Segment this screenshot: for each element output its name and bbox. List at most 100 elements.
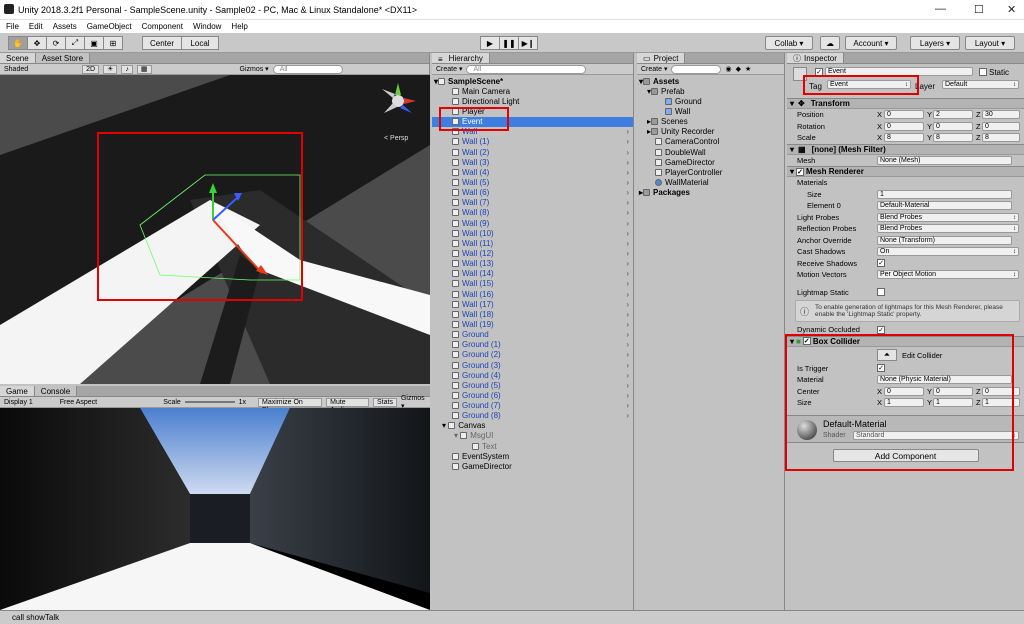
prefab-arrow-icon[interactable]: › [626, 381, 629, 390]
collab-button[interactable]: Collab ▾ [765, 36, 813, 50]
mesh-renderer-header[interactable]: ▾ ✓ Mesh Renderer [787, 166, 1024, 177]
tab-hierarchy[interactable]: ≡ Hierarchy [432, 53, 490, 64]
move-tool-icon[interactable]: ✥ [27, 36, 47, 50]
tab-inspector[interactable]: ⓘ Inspector [787, 53, 844, 63]
scale-slider[interactable] [184, 401, 235, 403]
materials-size-field[interactable]: 1 [877, 189, 1012, 199]
scene-root-item[interactable]: ▾ SampleScene* [432, 76, 633, 86]
transform-header[interactable]: ▾ ✥ Transform [787, 98, 1024, 109]
static-checkbox[interactable] [979, 68, 987, 76]
hierarchy-item-wall-13[interactable]: Wall (13) › [432, 259, 633, 269]
tab-scene[interactable]: Scene [0, 53, 36, 63]
rect-tool-icon[interactable]: ▣ [84, 36, 104, 50]
hierarchy-item-canvas[interactable]: ▾ Canvas [432, 421, 633, 431]
project-item-scenes[interactable]: ▸ Scenes [637, 117, 784, 127]
prefab-arrow-icon[interactable]: › [626, 259, 629, 268]
prefab-arrow-icon[interactable]: › [626, 249, 629, 258]
account-button[interactable]: Account ▾ [845, 36, 897, 50]
hierarchy-item-wall-2[interactable]: Wall (2) › [432, 147, 633, 157]
menu-file[interactable]: File [6, 22, 19, 31]
step-button[interactable]: ▶❙ [518, 36, 538, 50]
orientation-gizmo-icon[interactable] [378, 81, 418, 121]
hierarchy-item-wall-12[interactable]: Wall (12) › [432, 248, 633, 258]
hierarchy-item-ground-7[interactable]: Ground (7) › [432, 401, 633, 411]
prefab-arrow-icon[interactable]: › [626, 320, 629, 329]
project-item-unity-recorder[interactable]: ▸ Unity Recorder [637, 127, 784, 137]
tab-game[interactable]: Game [0, 386, 35, 396]
hierarchy-item-wall-7[interactable]: Wall (7) › [432, 198, 633, 208]
tab-asset-store[interactable]: Asset Store [35, 53, 91, 63]
prefab-arrow-icon[interactable]: › [626, 219, 629, 228]
lightmap-static-checkbox[interactable] [877, 288, 885, 297]
layout-button[interactable]: Layout ▾ [965, 36, 1015, 50]
hierarchy-item-wall-1[interactable]: Wall (1) › [432, 137, 633, 147]
expand-arrow-icon[interactable]: ▾ [790, 99, 794, 108]
hierarchy-search-input[interactable]: All [466, 64, 587, 74]
prefab-arrow-icon[interactable]: › [626, 137, 629, 146]
dynamic-occluded-checkbox[interactable]: ✓ [877, 325, 885, 334]
mute-audio-toggle[interactable]: Mute Audio [326, 397, 369, 414]
hierarchy-item-wall-19[interactable]: Wall (19) › [432, 319, 633, 329]
prefab-arrow-icon[interactable]: › [626, 310, 629, 319]
minimize-button[interactable]: — [935, 3, 946, 15]
project-item-cameracontrol[interactable]: CameraControl [637, 137, 784, 147]
hierarchy-item-ground-4[interactable]: Ground (4) › [432, 370, 633, 380]
prefab-arrow-icon[interactable]: › [626, 208, 629, 217]
hand-tool-icon[interactable]: ✋ [8, 36, 28, 50]
cloud-icon[interactable]: ☁ [820, 36, 840, 50]
label-icon[interactable]: ◆ [736, 65, 741, 73]
prefab-arrow-icon[interactable]: › [626, 371, 629, 380]
prefab-arrow-icon[interactable]: › [626, 229, 629, 238]
prefab-arrow-icon[interactable]: › [626, 158, 629, 167]
play-button[interactable]: ▶ [480, 36, 500, 50]
prefab-arrow-icon[interactable]: › [626, 239, 629, 248]
aspect-dropdown[interactable]: Free Aspect [60, 399, 160, 406]
project-item-gamedirector[interactable]: GameDirector [637, 157, 784, 167]
effects-dropdown-icon[interactable]: ▦ [136, 64, 152, 74]
mesh-renderer-enabled-checkbox[interactable]: ✓ [796, 167, 805, 176]
light-probes-dropdown[interactable]: Blend Probes [877, 212, 1019, 222]
project-item-packages[interactable]: ▸ Packages [637, 188, 784, 198]
motion-vectors-dropdown[interactable]: Per Object Motion [877, 270, 1019, 280]
rotation-y-field[interactable]: 0 [933, 121, 973, 131]
prefab-arrow-icon[interactable]: › [626, 269, 629, 278]
hierarchy-item-gamedirector[interactable]: GameDirector [432, 461, 633, 471]
mesh-field[interactable]: None (Mesh) [877, 155, 1012, 165]
prefab-arrow-icon[interactable]: › [626, 401, 629, 410]
prefab-arrow-icon[interactable]: › [626, 188, 629, 197]
prefab-arrow-icon[interactable]: › [626, 290, 629, 299]
prefab-arrow-icon[interactable]: › [626, 350, 629, 359]
scale-tool-icon[interactable]: ⤢ [65, 36, 85, 50]
rotation-x-field[interactable]: 0 [884, 121, 924, 131]
filter-icon[interactable]: ◉ [725, 65, 731, 73]
hierarchy-item-ground-5[interactable]: Ground (5) › [432, 380, 633, 390]
hierarchy-item-wall-5[interactable]: Wall (5) › [432, 177, 633, 187]
hierarchy-item-wall-14[interactable]: Wall (14) › [432, 269, 633, 279]
project-item-assets[interactable]: ▾ Assets [637, 76, 784, 86]
hierarchy-item-wall-10[interactable]: Wall (10) › [432, 228, 633, 238]
game-view-viewport[interactable] [0, 408, 430, 610]
menu-assets[interactable]: Assets [53, 22, 77, 31]
project-create-dropdown[interactable]: Create ▾ [641, 65, 667, 73]
element0-field[interactable]: Default-Material [877, 201, 1012, 211]
display-dropdown[interactable]: Display 1 [4, 399, 56, 406]
hierarchy-item-ground[interactable]: Ground › [432, 330, 633, 340]
layers-button[interactable]: Layers ▾ [910, 36, 960, 50]
hierarchy-item-msgui[interactable]: ▾ MsgUI [432, 431, 633, 441]
maximize-button[interactable]: ☐ [974, 3, 984, 16]
hierarchy-item-text[interactable]: Text [432, 441, 633, 451]
tab-console[interactable]: Console [34, 386, 78, 396]
position-z-field[interactable]: 30 [982, 110, 1020, 120]
prefab-arrow-icon[interactable]: › [626, 300, 629, 309]
expand-arrow-icon[interactable]: ▾ [790, 145, 794, 154]
prefab-arrow-icon[interactable]: › [626, 168, 629, 177]
hierarchy-create-dropdown[interactable]: Create ▾ [436, 65, 462, 73]
prefab-arrow-icon[interactable]: › [626, 411, 629, 420]
project-item-doublewall[interactable]: DoubleWall [637, 147, 784, 157]
hierarchy-item-ground-8[interactable]: Ground (8) › [432, 411, 633, 421]
hierarchy-item-ground-3[interactable]: Ground (3) › [432, 360, 633, 370]
materials-row[interactable]: Materials [787, 177, 1024, 189]
prefab-arrow-icon[interactable]: › [626, 391, 629, 400]
hierarchy-item-wall-9[interactable]: Wall (9) › [432, 218, 633, 228]
hierarchy-item-eventsystem[interactable]: EventSystem [432, 451, 633, 461]
